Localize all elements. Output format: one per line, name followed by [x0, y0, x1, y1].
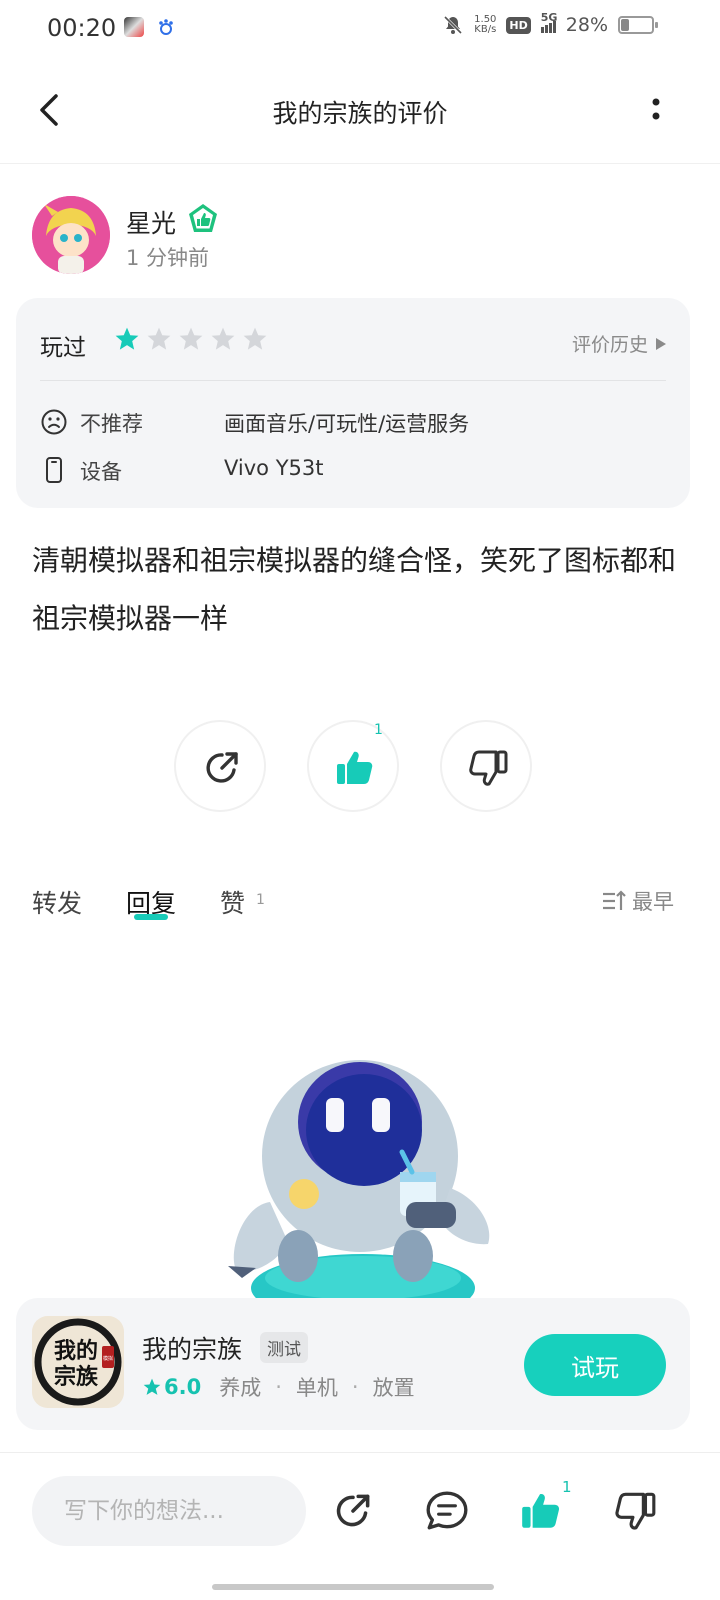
- game-tag: 单机: [295, 1376, 338, 1400]
- tag-separator: ·: [351, 1375, 359, 1399]
- star-icon: [143, 1378, 161, 1395]
- active-tab-indicator: [134, 914, 168, 920]
- game-tag: 放置: [372, 1376, 415, 1400]
- game-icon-text-line1: 我的: [54, 1338, 98, 1364]
- status-right-group: 1.50 KB/s HD 5G 28%: [442, 11, 658, 36]
- game-icon-text-line2: 宗族: [54, 1364, 99, 1390]
- star-rating: [114, 326, 268, 352]
- net-speed: 1.50 KB/s: [474, 15, 496, 35]
- star-empty-icon: [179, 327, 203, 350]
- baidu-icon: [156, 17, 176, 37]
- sort-icon: [603, 890, 626, 910]
- try-play-button[interactable]: 试玩: [524, 1334, 666, 1396]
- game-rating: 6.0: [142, 1375, 201, 1399]
- device-value: Vivo Y53t: [224, 456, 324, 480]
- tab-repost[interactable]: 转发: [32, 884, 82, 920]
- empty-state-mascot-illustration: [218, 1056, 508, 1300]
- bottom-like-count: 1: [562, 1478, 572, 1496]
- thumbs-down-icon: [469, 750, 508, 786]
- review-history-label: 评价历史: [571, 334, 648, 356]
- battery-icon: [618, 16, 658, 34]
- game-icon[interactable]: 我的 宗族 模拟: [32, 1316, 124, 1408]
- battery-percent: 28%: [565, 14, 608, 36]
- star-empty-icon: [211, 327, 235, 350]
- game-card[interactable]: 我的 宗族 模拟 我的宗族 测试 6.0 养成 · 单机 · 放置 试玩: [16, 1298, 690, 1430]
- net-speed-unit: KB/s: [474, 24, 497, 35]
- bottom-dislike-icon[interactable]: [612, 1488, 658, 1534]
- bottom-like-icon[interactable]: [518, 1488, 564, 1534]
- recommend-row: 不推荐 画面音乐/可玩性/运营服务: [40, 406, 660, 436]
- star-filled-icon: [115, 327, 139, 350]
- game-meta: 6.0 养成 · 单机 · 放置: [142, 1372, 415, 1402]
- nav-bar: 我的宗族的评价: [0, 60, 720, 164]
- card-divider: [40, 380, 666, 381]
- sort-button[interactable]: 最早: [602, 886, 674, 916]
- recommend-label: 不推荐: [80, 412, 143, 436]
- comment-input[interactable]: [32, 1476, 306, 1546]
- app-notification-icon: [124, 17, 144, 37]
- mute-icon: [444, 15, 463, 35]
- phone-icon: [46, 457, 62, 483]
- share-icon: [206, 752, 238, 783]
- played-label: 玩过: [40, 335, 86, 361]
- more-icon[interactable]: [648, 96, 664, 126]
- review-time: 1 分钟前: [126, 246, 210, 270]
- sort-label: 最早: [632, 890, 674, 914]
- status-time: 00:20: [47, 14, 117, 42]
- review-text: 清朝模拟器和祖宗模拟器的缝合怪，笑死了图标都和祖宗模拟器一样: [32, 544, 677, 635]
- bottom-divider: [0, 1452, 720, 1453]
- page-title: 我的宗族的评价: [272, 99, 448, 128]
- device-label: 设备: [80, 460, 122, 484]
- device-row: 设备 Vivo Y53t: [40, 454, 660, 484]
- like-button[interactable]: [307, 720, 399, 812]
- review-history-link[interactable]: 评价历史: [572, 330, 666, 357]
- verified-badge-icon: [189, 204, 217, 232]
- tag-separator: ·: [275, 1375, 282, 1399]
- thumbs-up-filled-icon: [337, 751, 373, 784]
- triangle-right-icon: [656, 337, 666, 350]
- review-info-card: 玩过 评价历史 不推荐 画面音乐/可玩性/运营服务 设备 Vivo Y53t: [16, 298, 690, 508]
- sad-face-icon: [41, 409, 67, 435]
- battery-fill: [621, 19, 629, 31]
- dislike-button[interactable]: [440, 720, 532, 812]
- game-status-badge: 测试: [260, 1332, 308, 1363]
- user-name[interactable]: 星光: [126, 204, 176, 240]
- signal-icon: 5G: [540, 11, 557, 33]
- star-empty-icon: [147, 327, 171, 350]
- review-author: 星光 1 分钟前: [32, 196, 672, 276]
- bottom-share-icon[interactable]: [330, 1488, 376, 1534]
- like-count: 1: [374, 722, 383, 738]
- star-empty-icon: [243, 327, 267, 350]
- hd-badge: HD: [506, 16, 531, 34]
- bottom-comment-icon[interactable]: [424, 1488, 470, 1534]
- share-button[interactable]: [174, 720, 266, 812]
- game-tag: 养成: [219, 1376, 262, 1400]
- network-label: 5G: [540, 11, 558, 24]
- tab-likes[interactable]: 赞: [220, 884, 245, 920]
- recommend-value: 画面音乐/可玩性/运营服务: [224, 412, 470, 436]
- game-rating-value: 6.0: [164, 1375, 202, 1399]
- tab-likes-count: 1: [256, 892, 265, 908]
- game-icon-seal-text: 模拟: [103, 1355, 113, 1362]
- status-bar: 00:20 1.50 KB/s HD 5G 28%: [0, 0, 720, 56]
- avatar[interactable]: [32, 196, 110, 274]
- home-indicator: [212, 1584, 494, 1590]
- game-name[interactable]: 我的宗族: [142, 1330, 242, 1366]
